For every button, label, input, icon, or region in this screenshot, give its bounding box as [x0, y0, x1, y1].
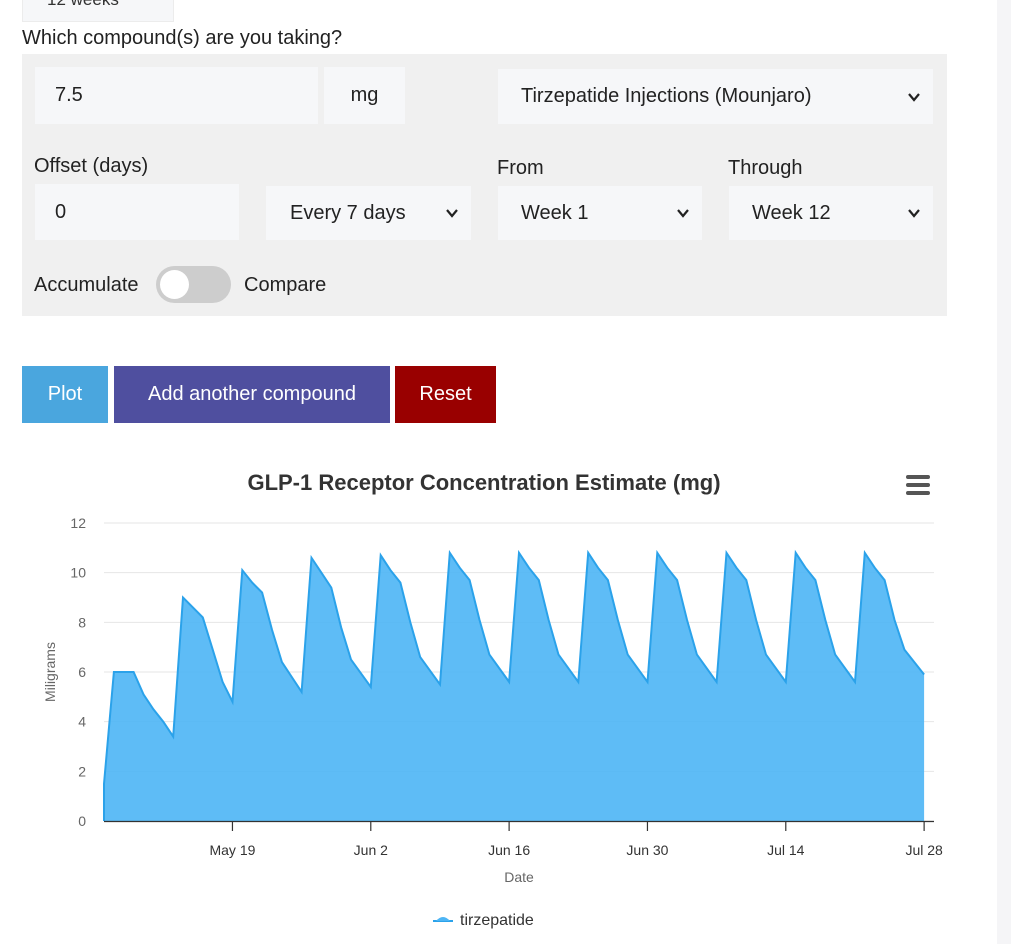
- through-label: Through: [728, 157, 803, 179]
- concentration-chart: 0 2 4 6 8 10 12 May 19 Jun 2 Jun 16 Jun 30 Jul 14 Ju…: [42, 515, 943, 885]
- y-tick-label: 4: [78, 714, 86, 730]
- from-select[interactable]: Week 1: [498, 186, 702, 240]
- y-tick-label: 10: [70, 565, 86, 581]
- chart-legend[interactable]: tirzepatide: [432, 912, 534, 930]
- chevron-down-icon: [908, 209, 920, 218]
- from-select-value: Week 1: [521, 201, 589, 224]
- duration-field-value: 12 weeks: [47, 0, 119, 10]
- accumulate-label: Accumulate: [34, 274, 139, 296]
- y-axis-label: Miligrams: [42, 642, 58, 702]
- unit-label: mg: [324, 67, 405, 124]
- chevron-down-icon: [446, 209, 458, 218]
- y-tick-label: 2: [78, 763, 86, 779]
- x-tick-label: Jun 2: [354, 842, 388, 858]
- frequency-select[interactable]: Every 7 days: [266, 186, 471, 240]
- y-tick-label: 0: [78, 813, 86, 829]
- y-tick-label: 8: [78, 614, 86, 630]
- dose-input-value: 7.5: [55, 84, 83, 106]
- chevron-down-icon: [908, 92, 920, 102]
- plot-button[interactable]: Plot: [22, 366, 108, 423]
- compound-select-value: Tirzepatide Injections (Mounjaro): [521, 85, 812, 107]
- accumulate-compare-toggle[interactable]: [156, 266, 231, 303]
- frequency-select-value: Every 7 days: [290, 201, 406, 224]
- dose-input[interactable]: 7.5: [35, 67, 318, 124]
- compare-label: Compare: [244, 274, 327, 296]
- legend-area-swatch-icon: [433, 917, 453, 922]
- page-scrollbar-track[interactable]: [997, 0, 1011, 944]
- through-select-value: Week 12: [752, 201, 831, 224]
- legend-item-tirzepatide: tirzepatide: [460, 912, 534, 929]
- offset-input-value: 0: [55, 200, 67, 223]
- duration-field[interactable]: 12 weeks: [22, 0, 174, 22]
- x-tick-label: Jun 16: [488, 842, 530, 858]
- compound-select[interactable]: Tirzepatide Injections (Mounjaro): [498, 69, 933, 124]
- chevron-down-icon: [677, 209, 689, 218]
- y-tick-label: 12: [70, 515, 86, 531]
- x-tick-label: Jul 28: [905, 842, 943, 858]
- toggle-knob: [160, 270, 189, 299]
- series-area-tirzepatide: [104, 552, 925, 821]
- chart-title: GLP-1 Receptor Concentration Estimate (m…: [247, 470, 721, 495]
- x-tick-label: Jul 14: [767, 842, 805, 858]
- offset-input[interactable]: 0: [35, 184, 239, 240]
- offset-label: Offset (days): [34, 155, 149, 177]
- from-label: From: [497, 157, 544, 179]
- unit-label-text: mg: [350, 84, 379, 106]
- compound-question-label: Which compound(s) are you taking?: [22, 27, 343, 49]
- x-tick-label: May 19: [209, 842, 255, 858]
- x-tick-label: Jun 30: [626, 842, 668, 858]
- through-select[interactable]: Week 12: [729, 186, 933, 240]
- hamburger-menu-icon[interactable]: [906, 475, 930, 495]
- reset-button[interactable]: Reset: [395, 366, 496, 423]
- add-compound-button[interactable]: Add another compound: [114, 366, 390, 423]
- x-axis-label: Date: [504, 869, 534, 885]
- y-tick-label: 6: [78, 664, 86, 680]
